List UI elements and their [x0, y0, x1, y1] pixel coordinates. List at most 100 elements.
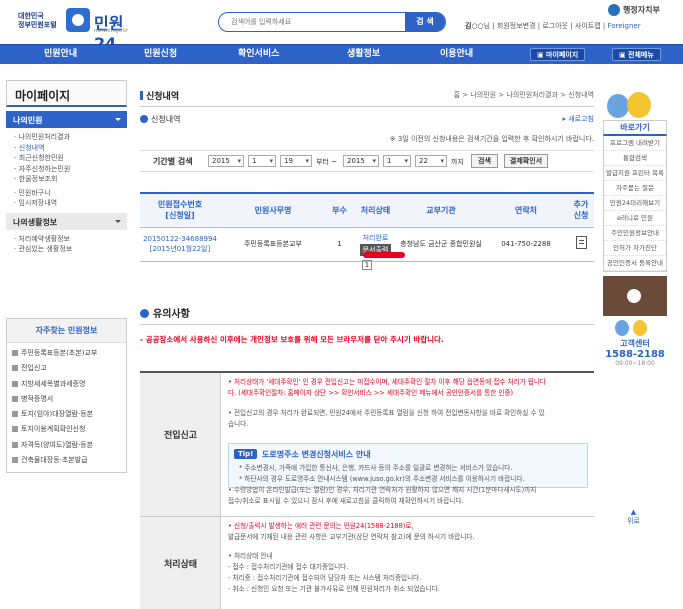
ministry-logo[interactable]: 행정자치부 — [608, 4, 660, 16]
refresh-link[interactable]: ▸ 새로고침 — [563, 114, 595, 124]
bullet-icon — [12, 441, 18, 448]
favorite-item[interactable]: 병적증명서 — [12, 392, 126, 407]
caution-text: • 처리상태가 '세대주확인' 인 경우 전입신고는 미접수이며, 세대주확인 … — [228, 378, 546, 386]
search-note: ※ 3일 이전의 신청내용은 검색기간을 입력한 후 확인하시기 바랍니다. — [389, 135, 594, 143]
receipt-cell[interactable]: 20150122-34688994 [2015년01월22일] — [140, 227, 220, 262]
section-icon — [140, 115, 148, 123]
quick-link[interactable]: 주민민원정보안내 — [604, 226, 666, 241]
to-year-select[interactable]: 2015 — [343, 155, 379, 167]
gov-portal-label[interactable]: 대한민국 정부민원포털 — [18, 12, 57, 30]
caution-label-column — [140, 373, 221, 609]
to-text: 까지 — [451, 158, 464, 166]
nav-item[interactable]: 민원신청 — [144, 45, 177, 65]
utility-link-list[interactable]: 님 | 회원정보변경 | 로그아웃 | 사이트맵 | — [484, 22, 606, 30]
lnb-sub-list: · 처리예약생활정보 · 관심있는 생활정보 — [6, 230, 127, 257]
lnb-sub-item[interactable]: · 나의민원처리결과 — [14, 132, 127, 143]
tip-text: * 주소변경시, 가족에 가입한 통신사, 은행, 카드사 등의 주소를 일괄로… — [239, 464, 513, 472]
all-menu-button[interactable]: ▣ 전체메뉴 — [612, 48, 661, 61]
page-header: 신청내역 홈 > 나의민원 > 나의민원처리결과 > 신청내역 — [140, 89, 594, 102]
from-year-select[interactable]: 2015 — [208, 155, 244, 167]
favorite-item[interactable]: 지방세세목별과세증명 — [12, 377, 126, 392]
nav-item[interactable]: 생활정보 — [347, 45, 380, 65]
nav-item[interactable]: 확인서비스 — [238, 45, 279, 65]
quick-link[interactable]: 민원24미리해보기 — [604, 196, 666, 211]
back-to-top[interactable]: ▲ 위로 — [627, 508, 640, 526]
col-name-header: 민원사무명 — [220, 192, 326, 228]
breadcrumb[interactable]: 홈 > 나의민원 > 나의민원처리결과 > 신청내역 — [454, 90, 594, 100]
payment-receipt-button[interactable]: 결제확인서 — [504, 154, 548, 168]
row-separator — [140, 516, 594, 517]
lnb-sub-item[interactable]: - 최근신청한민원 — [14, 153, 127, 164]
lnb-sub-item[interactable]: · 임시저장내역 — [14, 198, 127, 209]
up-arrow-icon: ▲ — [630, 508, 637, 516]
caution-table: 전입신고 • 처리상태가 '세대주확인' 인 경우 전입신고는 미접수이며, 세… — [140, 371, 594, 609]
video-banner[interactable] — [603, 276, 667, 316]
count-cell: 1 — [326, 227, 353, 262]
quick-link[interactable]: 공인인증서 등록안내 — [604, 256, 666, 271]
favorites-box: 자주찾는 민원정보 주민등록표등본(초본)교부 전입신고 지방세세목별과세증명 … — [6, 318, 127, 474]
quick-link[interactable]: 통합검색 — [604, 151, 666, 166]
page-number[interactable]: 1 — [362, 260, 372, 270]
quick-link[interactable]: 프로그램 내려받기 — [604, 136, 666, 151]
minwon24-logo[interactable]: 민원24 minwon.go.kr — [66, 6, 138, 53]
table-header-row: 민원접수번호 [신청일] 민원사무명 부수 처리상태 교부기관 연락처 추가 신청 — [140, 192, 594, 228]
tip-text[interactable]: * 하단사의 경우 도로명주소 안내시스템 (www.juso.go.kr)의 … — [239, 474, 525, 484]
caution-text: - 처리중 : 접수처리기관에 접수되어 담당자 또는 시스템 처리중입니다. — [228, 574, 422, 582]
to-month-select[interactable]: 1 — [383, 155, 411, 167]
lnb-sub-item-active[interactable]: - 신청내역 — [14, 143, 127, 154]
bullet-icon — [12, 365, 18, 372]
status-link[interactable]: 처리완료 — [353, 233, 398, 243]
search-bar: 검 색 — [218, 12, 446, 32]
quick-link[interactable]: 발급지원 프린터 목록 — [604, 166, 666, 181]
lnb-sub-item[interactable]: - 한울정보조회 — [14, 174, 127, 185]
logo-mark-icon — [66, 8, 90, 32]
customer-center-hours: 09:00~18:00 — [615, 360, 655, 367]
from-month-select[interactable]: 1 — [248, 155, 276, 167]
customer-center-label: 고객센터 — [620, 339, 650, 348]
lnb-my-life-info[interactable]: 나의생활정보 — [6, 212, 127, 230]
period-search-button[interactable]: 검색 — [471, 154, 498, 168]
doc-line — [578, 240, 584, 241]
lnb-sub-item[interactable]: · 처리예약생활정보 — [14, 234, 127, 245]
bullet-icon — [12, 426, 18, 433]
bullet-icon — [12, 395, 18, 402]
search-input[interactable] — [219, 13, 407, 31]
nav-item[interactable]: 민원안내 — [44, 45, 77, 65]
favorite-item[interactable]: 자격득(양여도)열람·등본 — [12, 438, 126, 453]
my-page-button[interactable]: ▣ 마이페이지 — [530, 48, 586, 61]
col-receipt-date: [신청일] — [165, 211, 195, 221]
favorite-item[interactable]: 토지이용계획확인신청 — [12, 422, 126, 437]
col-status-header: 처리상태 — [353, 192, 398, 228]
ministry-emblem-icon — [608, 4, 620, 16]
caution-text: • 수령방법이 온라인발급(또는 열람)인 경우, 처리기관 연락처가 원활하지… — [228, 486, 537, 494]
caution-text: - 접수 : 접수처리기관에 접수 대기중입니다. — [228, 563, 349, 571]
lnb-sub-item[interactable]: · 관심있는 생활정보 — [14, 244, 127, 255]
foreigner-link[interactable]: Foreigner — [608, 22, 641, 30]
caution-text: 습니다. — [228, 420, 249, 428]
favorite-item[interactable]: 토지(임야)대장열람·등본 — [12, 407, 126, 422]
caution-text: 발급문서에 기재된 내용 관련 사항은 교부기관(상단 연락처 참고)에 문의 … — [228, 533, 475, 541]
period-label: 기간별 검색 — [153, 157, 193, 166]
favorite-item[interactable]: 주민등록표등본(초본)교부 — [12, 346, 126, 361]
lnb-sub-item[interactable]: · 민원바구니 — [14, 188, 127, 199]
contact-cell: 041-750-2288 — [484, 227, 568, 262]
search-button[interactable]: 검 색 — [405, 13, 445, 31]
lnb-title: 마이페이지 — [6, 80, 127, 107]
caution-text: 접수/취소로 표시될 수 있으니 잠시 후에 새로고침을 클릭하여 재확인하시기… — [228, 497, 464, 505]
to-day-select[interactable]: 22 — [415, 155, 447, 167]
mascot-blue — [607, 94, 629, 118]
lnb-my-minwon[interactable]: 나의민원 — [6, 111, 127, 128]
mascot-blue — [615, 320, 629, 336]
nav-item[interactable]: 이용안내 — [440, 45, 473, 65]
add-request-icon[interactable] — [575, 236, 587, 249]
left-nav: 마이페이지 나의민원 · 나의민원처리결과 - 신청내역 - 최근신청한민원 -… — [6, 80, 127, 257]
lnb-sub-item[interactable]: - 자주신청하는민원 — [14, 164, 127, 175]
favorite-item[interactable]: 건축물대장등·초본발급 — [12, 453, 126, 468]
quick-link[interactable]: e러니로 민원 — [604, 211, 666, 226]
bullet-icon — [12, 457, 18, 464]
quick-link[interactable]: 자주묻는 질문 — [604, 181, 666, 196]
col-receipt-no: 민원접수번호 — [157, 200, 203, 210]
from-day-select[interactable]: 19 — [280, 155, 312, 167]
favorite-item[interactable]: 전입신고 — [12, 361, 126, 376]
quick-link[interactable]: 인허가 자가진단 — [604, 241, 666, 256]
